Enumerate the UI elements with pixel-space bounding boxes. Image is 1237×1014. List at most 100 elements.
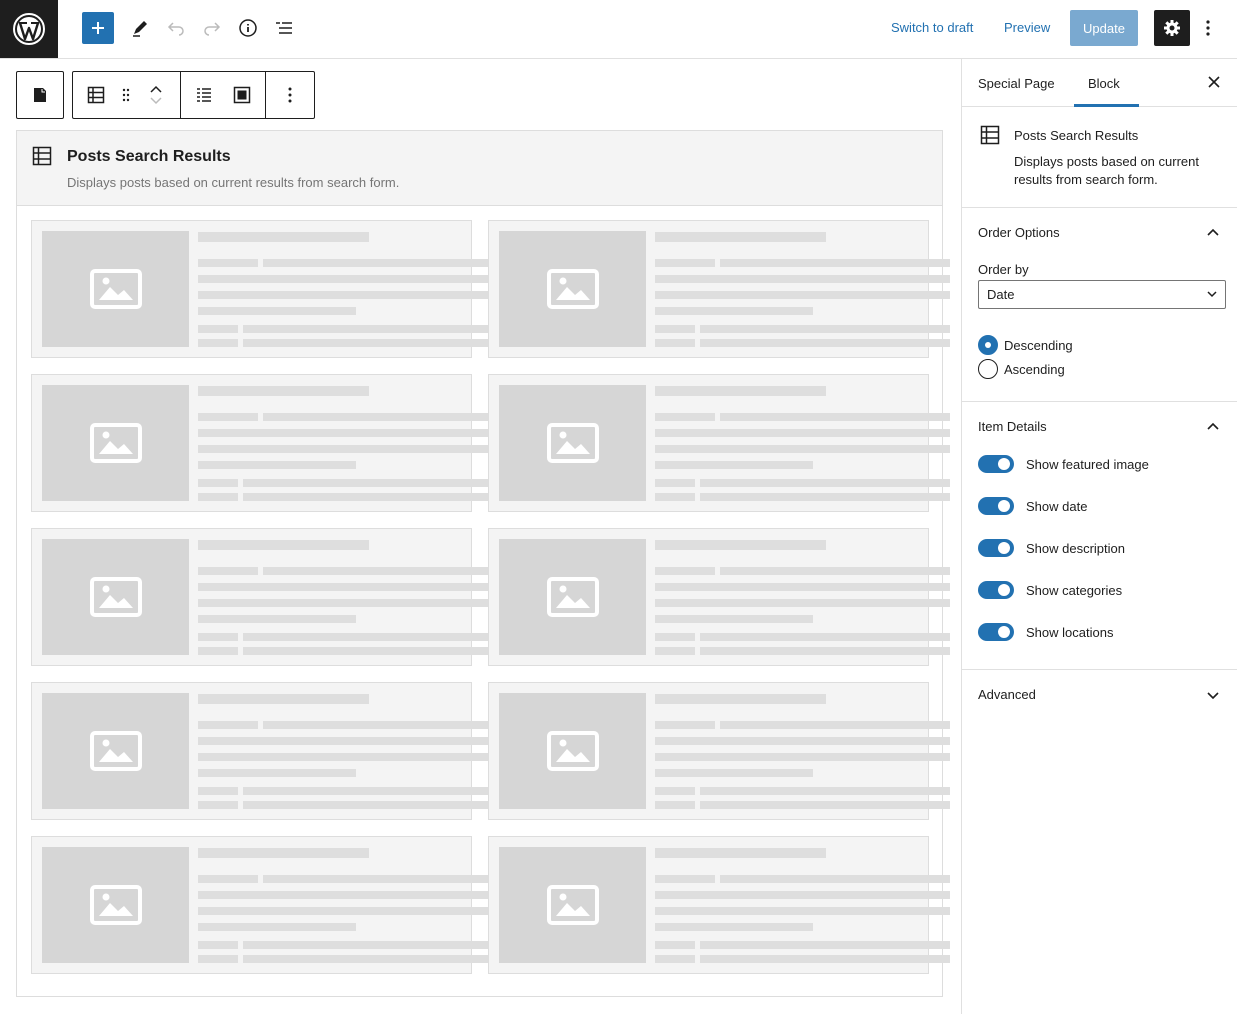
text-line-placeholder [198, 633, 238, 641]
text-line-placeholder [263, 259, 493, 267]
text-line-placeholder [655, 307, 813, 315]
block-type-button[interactable] [73, 72, 119, 118]
order-by-value: Date [987, 287, 1015, 302]
text-line-placeholder [655, 615, 813, 623]
descending-radio[interactable] [978, 335, 998, 355]
text-line-placeholder [655, 787, 695, 795]
block-card-description: Displays posts based on current results … [1014, 154, 1199, 187]
text-line-placeholder [198, 875, 258, 883]
show-locations-toggle[interactable] [978, 623, 1014, 641]
order-options-toggle[interactable]: Order Options [978, 225, 1060, 240]
text-line-placeholder [655, 540, 826, 550]
text-line-placeholder [243, 493, 493, 501]
chevron-up-icon[interactable] [1206, 419, 1220, 434]
image-icon [89, 269, 142, 309]
list-style-button[interactable] [185, 72, 223, 118]
text-line-placeholder [655, 737, 950, 745]
text-line-placeholder [198, 787, 238, 795]
order-by-select[interactable]: Date [978, 280, 1226, 309]
drag-handle[interactable] [119, 72, 133, 118]
show-date-label: Show date [1026, 499, 1088, 514]
text-line-placeholder [198, 493, 238, 501]
chevron-down-icon [150, 97, 162, 105]
text-line-placeholder [655, 325, 695, 333]
chevron-up-icon[interactable] [1206, 225, 1220, 240]
settings-button[interactable] [1154, 10, 1190, 46]
switch-to-draft-button[interactable]: Switch to draft [891, 20, 973, 35]
block-card-title: Posts Search Results [1014, 128, 1139, 143]
item-details-toggle[interactable]: Item Details [978, 419, 1047, 434]
text-line-placeholder [655, 801, 695, 809]
posts-search-results-block[interactable]: Posts Search Results Displays posts base… [16, 130, 950, 997]
text-line-placeholder [198, 339, 238, 347]
tab-block[interactable]: Block [1088, 76, 1120, 91]
text-line-placeholder [655, 907, 950, 915]
chevron-down-icon[interactable] [1206, 689, 1220, 704]
text-line-placeholder [198, 801, 238, 809]
text-line-placeholder [655, 275, 950, 283]
image-placeholder [42, 693, 189, 809]
ascending-radio[interactable] [978, 359, 998, 379]
post-card-placeholder [31, 528, 493, 666]
list-icon [197, 88, 211, 102]
image-icon [546, 731, 599, 771]
close-sidebar-button[interactable] [1205, 73, 1223, 94]
text-line-placeholder [198, 694, 369, 704]
details-button[interactable] [232, 12, 264, 44]
show-featured-image-toggle[interactable] [978, 455, 1014, 473]
text-line-placeholder [243, 633, 493, 641]
text-line-placeholder [198, 721, 258, 729]
advanced-toggle[interactable]: Advanced [978, 687, 1036, 702]
list-view-icon [276, 22, 292, 34]
image-placeholder [42, 385, 189, 501]
edit-tools-button[interactable] [124, 12, 156, 44]
text-line-placeholder [198, 307, 356, 315]
text-line-placeholder [655, 647, 695, 655]
list-view-button[interactable] [268, 12, 300, 44]
text-line-placeholder [243, 479, 493, 487]
wordpress-logo-button[interactable] [0, 0, 58, 58]
text-line-placeholder [198, 941, 238, 949]
text-line-placeholder [655, 232, 826, 242]
text-line-placeholder [720, 875, 950, 883]
text-line-placeholder [198, 325, 238, 333]
text-line-placeholder [198, 737, 493, 745]
show-description-toggle[interactable] [978, 539, 1014, 557]
text-line-placeholder [655, 769, 813, 777]
text-line-placeholder [198, 386, 369, 396]
wordpress-icon [13, 13, 45, 45]
text-line-placeholder [720, 413, 950, 421]
add-block-button[interactable] [82, 12, 114, 44]
text-line-placeholder [655, 753, 950, 761]
image-placeholder [499, 847, 646, 963]
text-line-placeholder [198, 769, 356, 777]
text-line-placeholder [198, 848, 369, 858]
block-options-button[interactable] [267, 72, 313, 118]
undo-button[interactable] [160, 12, 192, 44]
posts-grid-icon [980, 125, 1000, 148]
select-parent-button[interactable] [17, 72, 63, 118]
text-line-placeholder [198, 291, 493, 299]
more-vertical-icon [288, 87, 292, 103]
image-icon [546, 577, 599, 617]
text-line-placeholder [655, 955, 695, 963]
tab-special-page[interactable]: Special Page [978, 76, 1055, 91]
text-line-placeholder [655, 583, 950, 591]
block-controls-group [72, 71, 315, 119]
layout-style-button[interactable] [223, 72, 261, 118]
text-line-placeholder [198, 540, 369, 550]
text-line-placeholder [198, 445, 493, 453]
show-date-toggle[interactable] [978, 497, 1014, 515]
redo-button[interactable] [196, 12, 228, 44]
preview-button[interactable]: Preview [1004, 20, 1050, 35]
text-line-placeholder [198, 429, 493, 437]
show-categories-toggle[interactable] [978, 581, 1014, 599]
options-menu-button[interactable] [1196, 12, 1220, 44]
text-line-placeholder [655, 429, 950, 437]
move-block-buttons[interactable] [133, 72, 179, 118]
update-button[interactable]: Update [1070, 10, 1138, 46]
parent-selector-group [16, 71, 64, 119]
image-icon [89, 885, 142, 925]
post-card-placeholder [488, 220, 950, 358]
text-line-placeholder [198, 583, 493, 591]
